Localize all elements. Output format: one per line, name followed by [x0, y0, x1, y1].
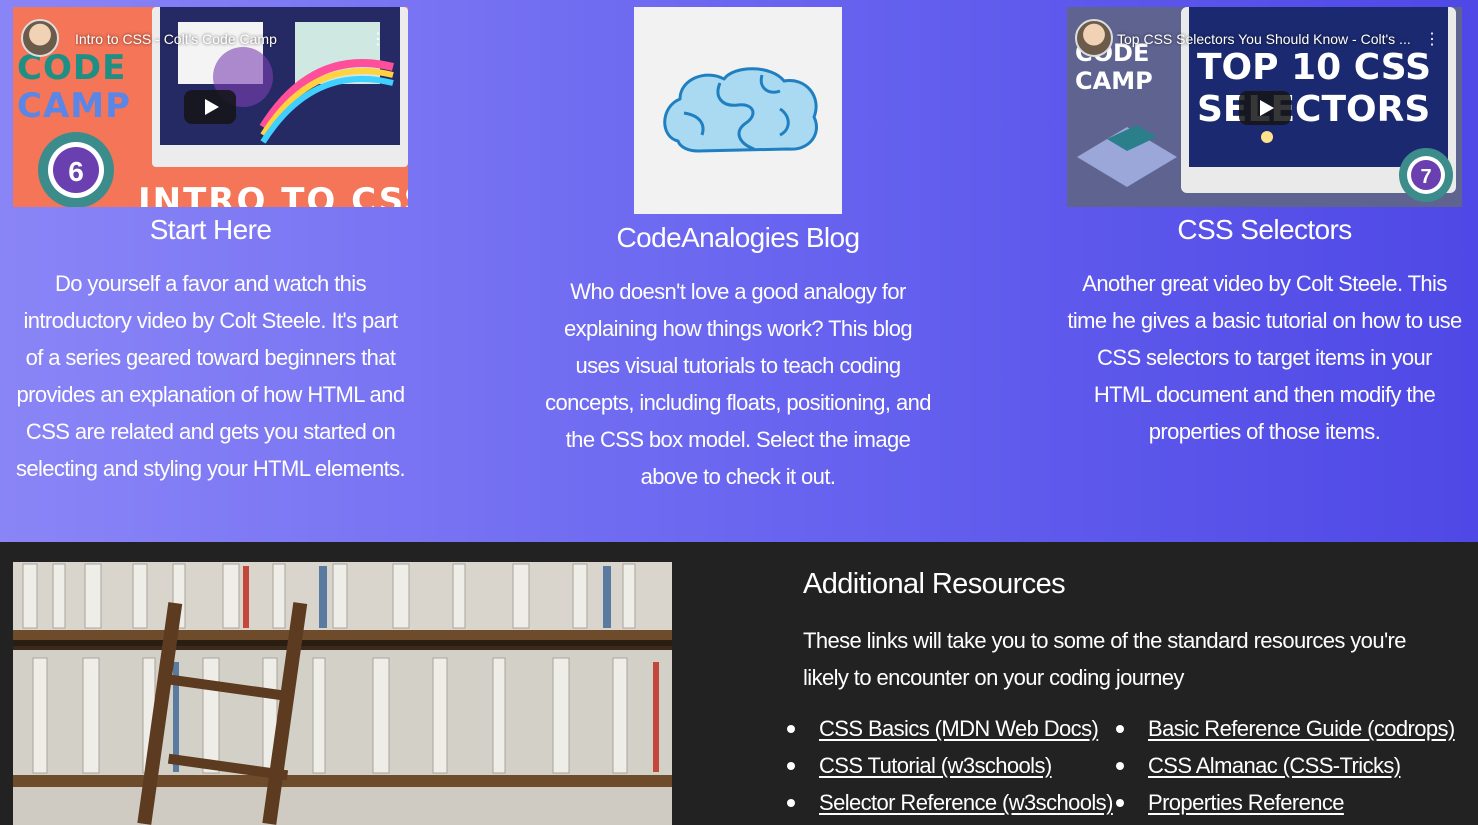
- video-badge-number: 6: [68, 156, 84, 187]
- resources-links-right: Basic Reference Guide (codrops) CSS Alma…: [1116, 710, 1455, 821]
- start-here-card: Start Here Do yourself a favor and watch…: [13, 214, 408, 487]
- bookshelf-image: [13, 562, 672, 825]
- card-description: Do yourself a favor and watch this intro…: [15, 271, 406, 481]
- css-tutorial-w3schools-link[interactable]: CSS Tutorial (w3schools): [819, 753, 1052, 778]
- css-selectors-card: CSS Selectors Another great video by Col…: [1067, 214, 1462, 450]
- resources-intro: These links will take you to some of the…: [803, 628, 1407, 690]
- properties-reference-link[interactable]: Properties Reference: [1148, 790, 1344, 815]
- list-item: CSS Basics (MDN Web Docs): [787, 710, 1113, 747]
- list-item: CSS Tutorial (w3schools): [787, 747, 1113, 784]
- play-icon[interactable]: [184, 90, 236, 124]
- card-title: Start Here: [149, 214, 272, 245]
- list-item: Basic Reference Guide (codrops): [1116, 710, 1455, 747]
- video-badge-number: 7: [1420, 166, 1431, 188]
- bookshelf-photo: [13, 562, 672, 825]
- list-item: Properties Reference: [1116, 784, 1455, 821]
- additional-resources-section: Additional Resources These links will ta…: [0, 542, 1478, 825]
- selector-reference-link[interactable]: Selector Reference (w3schools): [819, 790, 1113, 815]
- brain-logo-icon: [663, 67, 818, 153]
- basic-reference-codrops-link[interactable]: Basic Reference Guide (codrops): [1148, 716, 1455, 741]
- list-item: Selector Reference (w3schools): [787, 784, 1113, 821]
- kebab-menu-icon[interactable]: ⋮: [1424, 29, 1440, 49]
- kebab-menu-icon[interactable]: ⋮: [370, 29, 386, 49]
- css-basics-mdn-link[interactable]: CSS Basics (MDN Web Docs): [819, 716, 1099, 741]
- css-selectors-video[interactable]: 7 CODE CAMP TOP 10 CSS SELECTORS Top CSS…: [1067, 7, 1462, 207]
- card-description: Another great video by Colt Steele. This…: [1067, 271, 1462, 444]
- svg-text:TOP 10 CSS: TOP 10 CSS: [1197, 47, 1431, 88]
- intro-css-video[interactable]: 6 CODE CAMP INTRO TO CSS Intro to CSS - …: [13, 7, 408, 207]
- resources-title: Additional Resources: [803, 568, 1066, 600]
- tutorial-cards-section: 6 CODE CAMP INTRO TO CSS Intro to CSS - …: [0, 0, 1478, 542]
- resources-links-left: CSS Basics (MDN Web Docs) CSS Tutorial (…: [787, 710, 1113, 821]
- channel-avatar[interactable]: [1075, 19, 1113, 57]
- css-almanac-link[interactable]: CSS Almanac (CSS-Tricks): [1148, 753, 1401, 778]
- card-title: CSS Selectors: [1177, 214, 1352, 245]
- video-title[interactable]: Top CSS Selectors You Should Know - Colt…: [1117, 31, 1422, 47]
- svg-text:INTRO TO CSS: INTRO TO CSS: [138, 181, 408, 207]
- play-icon[interactable]: [1239, 91, 1291, 125]
- svg-text:CAMP: CAMP: [17, 86, 131, 126]
- video-title[interactable]: Intro to CSS - Colt's Code Camp: [75, 31, 368, 47]
- card-title: CodeAnalogies Blog: [616, 222, 861, 253]
- codeanalogies-blog-image[interactable]: [634, 7, 842, 214]
- channel-avatar[interactable]: [21, 19, 59, 57]
- svg-text:CAMP: CAMP: [1075, 67, 1153, 95]
- svg-text:SELECTORS: SELECTORS: [1197, 89, 1430, 130]
- codeanalogies-card: CodeAnalogies Blog Who doesn't love a go…: [540, 222, 936, 495]
- list-item: CSS Almanac (CSS-Tricks): [1116, 747, 1455, 784]
- card-description: Who doesn't love a good analogy for expl…: [545, 279, 931, 489]
